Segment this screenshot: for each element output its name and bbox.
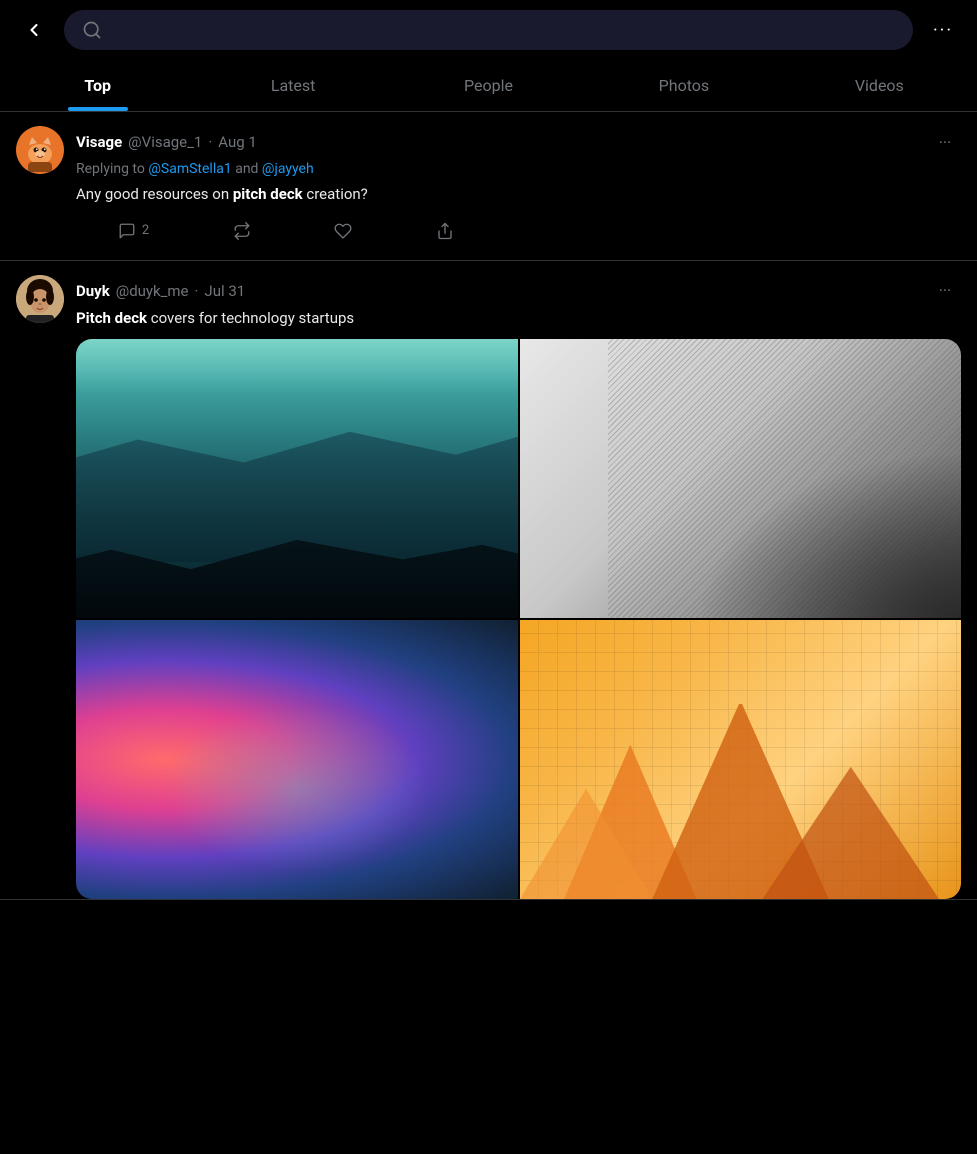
reply-to-2[interactable]: @jayyeh [262, 161, 314, 177]
reply-line: Replying to @SamStella1 and @jayyeh [76, 161, 961, 177]
tweet-image-grid[interactable] [76, 339, 961, 899]
tweet-content: Visage @Visage_1 · Aug 1 ··· Replying to… [76, 126, 961, 246]
reply-button[interactable]: 2 [110, 216, 157, 246]
tweet-text: Any good resources on pitch deck creatio… [76, 183, 961, 206]
reply-count: 2 [142, 223, 149, 238]
search-icon [82, 20, 102, 40]
tweet-image-3[interactable] [76, 620, 518, 899]
tweet-row: Visage @Visage_1 · Aug 1 ··· Replying to… [0, 112, 977, 261]
search-tabs: Top Latest People Photos Videos [0, 60, 977, 112]
tweet-text-pre: Any good resources on [76, 185, 233, 203]
tweet-date: Jul 31 [204, 282, 245, 300]
tab-videos[interactable]: Videos [782, 60, 977, 111]
tweet-image-1[interactable] [76, 339, 518, 618]
tab-photos[interactable]: Photos [586, 60, 781, 111]
tweet-header: Duyk @duyk_me · Jul 31 ··· [76, 275, 961, 307]
tweet-text: Pitch deck covers for technology startup… [76, 307, 961, 330]
tweet-date: Aug 1 [218, 133, 257, 151]
tweet-handle: @duyk_me [116, 282, 189, 300]
tweet-text-bold: pitch deck [233, 185, 303, 203]
tweet-row: Duyk @duyk_me · Jul 31 ··· Pitch deck co… [0, 261, 977, 901]
like-button[interactable] [326, 216, 360, 246]
header: pitch deck filter:replies ··· [0, 0, 977, 60]
tweet-content: Duyk @duyk_me · Jul 31 ··· Pitch deck co… [76, 275, 961, 900]
tweet-user-info: Duyk @duyk_me · Jul 31 [76, 282, 245, 300]
search-bar[interactable]: pitch deck filter:replies [64, 10, 913, 50]
tab-latest[interactable]: Latest [195, 60, 390, 111]
tab-top[interactable]: Top [0, 60, 195, 111]
tab-people[interactable]: People [391, 60, 586, 111]
tweet-dot: · [195, 282, 199, 300]
tweet-more-button[interactable]: ··· [929, 275, 961, 307]
tweet-text-post: creation? [303, 185, 368, 203]
tweet-username[interactable]: Visage [76, 133, 122, 151]
reply-prefix: Replying to [76, 161, 145, 177]
back-button[interactable] [16, 12, 52, 48]
tweet-image-4[interactable] [520, 620, 962, 899]
more-options-button[interactable]: ··· [925, 12, 961, 48]
avatar[interactable] [16, 275, 64, 323]
tweet-actions: 2 [76, 216, 496, 246]
tweet-dot: · [208, 133, 212, 151]
reply-and: and [235, 161, 262, 177]
tweet-text-bold: Pitch deck [76, 309, 147, 327]
avatar[interactable] [16, 126, 64, 174]
search-input[interactable]: pitch deck filter:replies [112, 20, 895, 40]
tweet-user-info: Visage @Visage_1 · Aug 1 [76, 133, 257, 151]
reply-to-1[interactable]: @SamStella1 [148, 161, 231, 177]
tweet-more-button[interactable]: ··· [929, 126, 961, 158]
retweet-button[interactable] [225, 216, 259, 246]
tweet-text-post: covers for technology startups [147, 309, 354, 327]
tweet-image-2[interactable] [520, 339, 962, 618]
tweet-header: Visage @Visage_1 · Aug 1 ··· [76, 126, 961, 158]
share-button[interactable] [428, 216, 462, 246]
tweet-handle: @Visage_1 [128, 133, 202, 151]
tweet-username[interactable]: Duyk [76, 282, 110, 300]
